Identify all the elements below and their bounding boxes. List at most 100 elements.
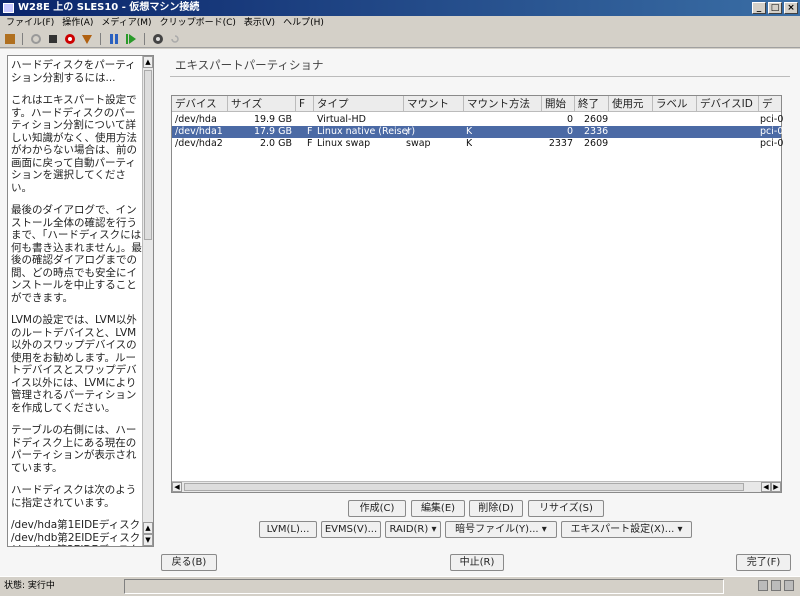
crypt-file-label: 暗号ファイル(Y)... — [455, 524, 539, 535]
mouse-icon — [771, 580, 781, 591]
snapshot-icon[interactable] — [152, 33, 164, 45]
cell-end: 2336 — [584, 126, 609, 137]
cell-start: 0 — [566, 126, 573, 137]
crypt-file-button[interactable]: 暗号ファイル(Y)... ▾ — [445, 521, 557, 538]
resize-button[interactable]: リサイズ(S) — [528, 500, 604, 517]
start-icon[interactable] — [30, 33, 42, 45]
page-title: エキスパートパーティショナ — [175, 58, 324, 72]
edit-button[interactable]: 編集(E) — [411, 500, 465, 517]
column-header-start[interactable]: 開始 — [542, 96, 575, 112]
cell-method: K — [466, 138, 473, 149]
scroll-left-icon[interactable]: ◀ — [761, 482, 771, 492]
status-panel — [124, 579, 724, 594]
dropdown-arrow-icon: ▾ — [541, 524, 547, 535]
maximize-button[interactable]: □ — [768, 2, 782, 14]
turn-off-icon[interactable] — [47, 33, 59, 45]
pause-icon[interactable] — [108, 33, 120, 45]
menu-media[interactable]: メディア(M) — [101, 16, 151, 30]
expert-settings-button[interactable]: エキスパート設定(X)... ▾ — [561, 521, 692, 538]
help-scroll-thumb[interactable] — [144, 70, 152, 240]
column-header-end[interactable]: 終了 — [575, 96, 609, 112]
window-title: W28E 上の SLES10 - 仮想マシン接続 — [18, 2, 200, 13]
shutdown-icon[interactable] — [64, 33, 76, 45]
column-header-type[interactable]: タイプ — [314, 96, 404, 112]
cell-extra: pci-0 — [760, 138, 784, 149]
help-paragraph: 最後のダイアログで、インストール全体の確認を行うまで、「ハードディスクには何も書… — [11, 204, 142, 304]
help-paragraph: テーブルの右側には、ハードディスク上にある現在のパーティションが表示されています… — [11, 424, 137, 474]
menu-clipboard[interactable]: クリップボード(C) — [160, 16, 236, 30]
save-icon[interactable] — [81, 33, 93, 45]
expert-settings-label: エキスパート設定(X)... — [570, 524, 675, 535]
lvm-button[interactable]: LVM(L)... — [259, 521, 317, 538]
cell-end: 2609 — [584, 138, 609, 149]
finish-button[interactable]: 完了(F) — [736, 554, 791, 571]
ctrl-alt-del-icon[interactable] — [5, 33, 15, 44]
reset-icon[interactable] — [125, 33, 137, 45]
scroll-down-icon[interactable]: ▼ — [143, 534, 153, 546]
scroll-left-icon[interactable]: ◀ — [172, 482, 182, 492]
title-divider — [170, 76, 790, 77]
minimize-button[interactable]: _ — [752, 2, 766, 14]
cell-extra: pci-0 — [760, 114, 784, 125]
toolbar-separator — [144, 32, 145, 45]
cell-format: F — [307, 126, 313, 137]
cell-size: 2.0 GB — [259, 138, 292, 149]
help-paragraph: /dev/hda第1EIDEディスク /dev/hdb第2EIDEディスク /d… — [11, 519, 141, 546]
cell-device: /dev/hda2 — [175, 138, 223, 149]
cell-type: Linux native (Reiser) — [317, 126, 416, 137]
close-button[interactable]: × — [784, 2, 798, 14]
window-title-bar: W28E 上の SLES10 - 仮想マシン接続 _ □ × — [0, 0, 800, 16]
keyboard-icon — [758, 580, 768, 591]
revert-icon[interactable] — [169, 33, 181, 45]
help-scrollbar[interactable]: ▲ ▲ ▼ — [142, 56, 153, 546]
back-button[interactable]: 戻る(B) — [161, 554, 217, 571]
help-paragraph: これはエキスパート設定です。ハードディスクのパーティション分割について詳しい知識… — [11, 94, 137, 194]
dropdown-arrow-icon: ▾ — [431, 524, 437, 535]
cell-format: F — [307, 138, 313, 149]
menu-view[interactable]: 表示(V) — [244, 16, 275, 30]
delete-button[interactable]: 削除(D) — [469, 500, 523, 517]
help-panel: ハードディスクをパーティション分割するには... これはエキスパート設定です。ハ… — [7, 55, 154, 547]
column-header-format[interactable]: F — [296, 96, 314, 112]
column-header-size[interactable]: サイズ — [228, 96, 296, 112]
partition-table[interactable]: デバイス サイズ F タイプ マウント マウント方法 開始 終了 使用元 ラベル… — [171, 95, 784, 493]
dropdown-arrow-icon: ▾ — [677, 524, 683, 535]
column-header-used-by[interactable]: 使用元 — [609, 96, 653, 112]
column-header-mount-method[interactable]: マウント方法 — [464, 96, 542, 112]
abort-button[interactable]: 中止(R) — [450, 554, 504, 571]
column-header-device-id[interactable]: デバイスID — [697, 96, 759, 112]
cell-extra: pci-0 — [760, 126, 784, 137]
cell-type: Virtual-HD — [317, 114, 366, 125]
scroll-up-icon[interactable]: ▲ — [143, 56, 153, 68]
table-horizontal-scrollbar[interactable]: ◀ ◀ ▶ — [172, 481, 781, 492]
column-header-more[interactable]: デ — [759, 96, 781, 112]
menu-help[interactable]: ヘルプ(H) — [283, 16, 324, 30]
raid-button[interactable]: RAID(R) ▾ — [385, 521, 441, 538]
cell-device: /dev/hda — [175, 114, 217, 125]
lock-icon — [784, 580, 794, 591]
status-bar: 状態: 実行中 — [0, 576, 800, 596]
help-paragraph: ハードディスクは次のように指定されています。 — [11, 484, 137, 509]
help-text: ハードディスクをパーティション分割するには... これはエキスパート設定です。ハ… — [11, 59, 143, 546]
column-header-device[interactable]: デバイス — [172, 96, 228, 112]
toolbar — [0, 30, 800, 48]
cell-size: 17.9 GB — [253, 126, 292, 137]
cell-device: /dev/hda1 — [175, 126, 223, 137]
scroll-down-icon[interactable]: ▲ — [143, 522, 153, 534]
column-header-mount[interactable]: マウント — [404, 96, 464, 112]
toolbar-separator — [22, 32, 23, 45]
cell-start: 2337 — [548, 138, 573, 149]
create-button[interactable]: 作成(C) — [348, 500, 406, 517]
menu-file[interactable]: ファイル(F) — [6, 16, 54, 30]
table-scroll-thumb[interactable] — [184, 483, 744, 491]
evms-button[interactable]: EVMS(V)... — [321, 521, 381, 538]
table-row-selected[interactable]: /dev/hda1 17.9 GB F Linux native (Reiser… — [172, 126, 784, 138]
cell-method: K — [466, 126, 473, 137]
scroll-right-icon[interactable]: ▶ — [771, 482, 781, 492]
column-header-label[interactable]: ラベル — [653, 96, 697, 112]
menu-action[interactable]: 操作(A) — [62, 16, 93, 30]
table-row[interactable]: /dev/hda 19.9 GB Virtual-HD 0 2609 pci-0 — [172, 114, 784, 126]
table-row[interactable]: /dev/hda2 2.0 GB F Linux swap swap K 233… — [172, 138, 784, 150]
cell-mount: swap — [406, 138, 431, 149]
help-paragraph: LVMの設定では、LVM以外のルートデバイスと、LVM以外のスワップデバイスの使… — [11, 314, 137, 414]
